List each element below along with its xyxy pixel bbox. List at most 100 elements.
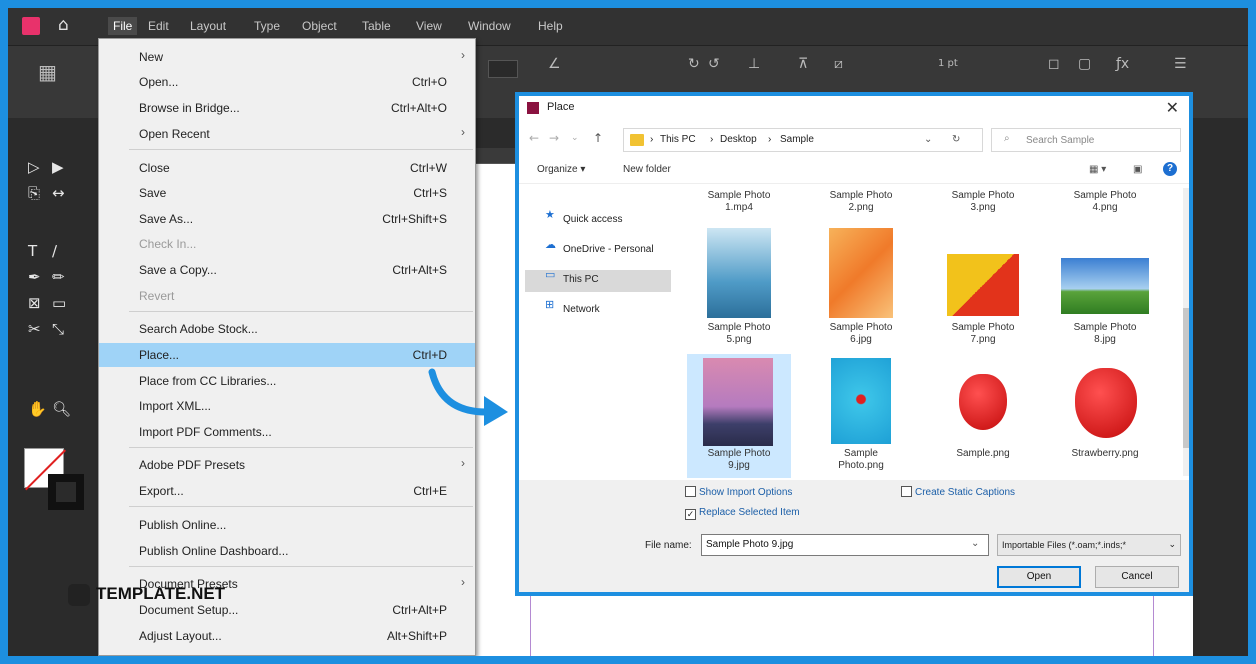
stroke-swatch-icon[interactable]: ⧄ xyxy=(834,56,843,72)
menu-help[interactable]: Help xyxy=(538,19,563,33)
flip-icon[interactable]: ⊥ xyxy=(748,56,760,72)
menu-item-new[interactable]: New › xyxy=(99,45,475,69)
menu-item-search-adobe-stock[interactable]: Search Adobe Stock... xyxy=(99,317,475,341)
menu-table[interactable]: Table xyxy=(362,19,391,33)
close-icon[interactable]: ✕ xyxy=(1166,98,1179,117)
menu-item-export[interactable]: Export... Ctrl+E xyxy=(99,479,475,503)
menu-item-adjust-layout[interactable]: Adjust Layout... Alt+Shift+P xyxy=(99,624,475,648)
help-icon[interactable]: ? xyxy=(1163,162,1177,176)
menu-item-adobe-pdf-presets[interactable]: Adobe PDF Presets › xyxy=(99,453,475,477)
angle-icon[interactable]: ∠ xyxy=(548,56,561,72)
file-item[interactable]: Sample Photo 7.png xyxy=(931,228,1035,352)
scissors-tool-icon[interactable]: ✂ xyxy=(28,320,41,338)
line-tool-icon[interactable]: ∕ xyxy=(52,242,57,260)
file-item[interactable]: Sample Photo 8.jpg xyxy=(1053,228,1157,352)
home-icon[interactable]: ⌂ xyxy=(58,15,69,35)
menu-item-save[interactable]: Save Ctrl+S xyxy=(99,181,475,205)
menu-item-save-as[interactable]: Save As... Ctrl+Shift+S xyxy=(99,207,475,231)
menu-window[interactable]: Window xyxy=(468,19,511,33)
menu-edit[interactable]: Edit xyxy=(148,19,169,33)
recent-locations-icon[interactable]: ⌄ xyxy=(571,133,579,143)
menu-item-place-from-cc-libraries[interactable]: Place from CC Libraries... xyxy=(99,369,475,393)
breadcrumb-sample[interactable]: Sample xyxy=(780,134,814,145)
menu-item-publish-online-dashboard[interactable]: Publish Online Dashboard... xyxy=(99,539,475,563)
menu-item-publish-online[interactable]: Publish Online... xyxy=(99,513,475,537)
file-item[interactable]: Sample.png xyxy=(931,354,1035,478)
menu-item-import-pdf-comments[interactable]: Import PDF Comments... xyxy=(99,420,475,444)
file-menu: New › Open... Ctrl+O Browse in Bridge... Ct… xyxy=(98,38,476,656)
replace-selected-item-checkbox[interactable]: ✓ Replace Selected Item xyxy=(685,507,800,520)
zoom-tool-icon[interactable]: 🔍︎ xyxy=(52,400,71,418)
preview-pane-icon[interactable]: ▣ xyxy=(1133,164,1142,175)
cancel-button[interactable]: Cancel xyxy=(1095,566,1179,588)
view-options-icon[interactable]: ▦ ▾ xyxy=(1089,164,1106,175)
nav-network[interactable]: ⊞ Network xyxy=(525,299,671,322)
organize-button[interactable]: Organize ▾ xyxy=(537,164,585,175)
nav-onedrive[interactable]: ☁ OneDrive - Personal xyxy=(525,239,671,262)
new-folder-button[interactable]: New folder xyxy=(623,164,671,175)
menu-item-browse-in-bridge[interactable]: Browse in Bridge... Ctrl+Alt+O xyxy=(99,96,475,120)
file-caption-3[interactable]: Sample Photo 3.png xyxy=(931,190,1035,214)
effects-icon[interactable]: ƒx xyxy=(1116,56,1129,72)
file-item[interactable]: Sample Photo 5.png xyxy=(687,228,791,352)
menu-type[interactable]: Type xyxy=(254,19,280,33)
rectangle-frame-tool-icon[interactable]: ⊠ xyxy=(28,294,41,312)
menu-file[interactable]: File xyxy=(108,17,138,35)
select-content-icon[interactable]: ⊼ xyxy=(798,56,808,72)
menu-item-close[interactable]: Close Ctrl+W xyxy=(99,156,475,180)
free-transform-tool-icon[interactable]: ⤡ xyxy=(52,320,64,338)
stroke-weight-field[interactable]: 1 pt xyxy=(938,58,958,69)
rotate-ccw-icon[interactable]: ↺ xyxy=(708,56,720,72)
search-box[interactable]: ⌕ Search Sample xyxy=(991,128,1181,152)
menu-item-import-xml[interactable]: Import XML... xyxy=(99,394,475,418)
control-field[interactable] xyxy=(488,60,518,78)
file-type-select[interactable]: Importable Files (*.oam;*.inds;* ⌄ xyxy=(997,534,1181,556)
path-breadcrumb[interactable]: › This PC › Desktop › Sample ⌄ ↻ xyxy=(623,128,983,152)
gap-tool-icon[interactable]: ↔ xyxy=(52,184,65,202)
rotate-cw-icon[interactable]: ↻ xyxy=(688,56,700,72)
file-item[interactable]: Sample Photo.png xyxy=(809,354,913,478)
show-import-options-checkbox[interactable]: Show Import Options xyxy=(685,486,792,498)
menu-object[interactable]: Object xyxy=(302,19,337,33)
reference-point-icon[interactable]: ▦ xyxy=(38,60,57,84)
nav-this-pc[interactable]: ▭ This PC xyxy=(525,269,671,292)
rectangle-tool-icon[interactable]: ▭ xyxy=(52,294,66,312)
menu-layout[interactable]: Layout xyxy=(190,19,226,33)
breadcrumb-this-pc[interactable]: This PC xyxy=(660,134,696,145)
selection-tool-icon[interactable]: ▶ xyxy=(52,158,64,176)
thumbnail-lake-tree xyxy=(707,228,771,318)
menu-view[interactable]: View xyxy=(416,19,442,33)
align-icon[interactable]: ☰ xyxy=(1174,56,1187,72)
forward-icon[interactable]: → xyxy=(549,131,559,145)
back-icon[interactable]: ← xyxy=(529,131,539,145)
frame-icon[interactable]: ◻ xyxy=(1048,56,1060,72)
stroke-swatch[interactable] xyxy=(48,474,84,510)
breadcrumb-desktop[interactable]: Desktop xyxy=(720,134,757,145)
pencil-tool-icon[interactable]: ✏ xyxy=(52,268,65,286)
file-scrollbar[interactable] xyxy=(1183,188,1189,476)
menu-item-place[interactable]: Place... Ctrl+D xyxy=(99,343,475,367)
up-icon[interactable]: ↑ xyxy=(593,131,603,145)
file-name-input[interactable]: Sample Photo 9.jpg xyxy=(701,534,989,556)
page-tool-icon[interactable]: ⎘ xyxy=(28,184,40,202)
direct-selection-tool-icon[interactable]: ▷ xyxy=(28,158,40,176)
file-item[interactable]: Strawberry.png xyxy=(1053,354,1157,478)
file-item-selected[interactable]: Sample Photo 9.jpg xyxy=(687,354,791,478)
create-static-captions-checkbox[interactable]: Create Static Captions xyxy=(901,486,1015,498)
file-caption-2[interactable]: Sample Photo 2.png xyxy=(809,190,913,214)
menu-item-save-a-copy[interactable]: Save a Copy... Ctrl+Alt+S xyxy=(99,258,475,282)
nav-quick-access[interactable]: ★ Quick access xyxy=(525,209,671,232)
file-item[interactable]: Sample Photo 6.jpg xyxy=(809,228,913,352)
frame-fill-icon[interactable]: ▢ xyxy=(1078,56,1091,72)
menu-item-open-recent[interactable]: Open Recent › xyxy=(99,122,475,146)
file-caption-4[interactable]: Sample Photo 4.png xyxy=(1053,190,1157,214)
type-tool-icon[interactable]: T xyxy=(28,242,37,260)
file-name-dropdown-icon[interactable]: ⌄ xyxy=(971,538,979,549)
menu-item-open[interactable]: Open... Ctrl+O xyxy=(99,70,475,94)
refresh-icon[interactable]: ↻ xyxy=(952,134,960,145)
path-dropdown-icon[interactable]: ⌄ xyxy=(924,134,932,145)
pen-tool-icon[interactable]: ✒ xyxy=(28,268,41,286)
open-button[interactable]: Open xyxy=(997,566,1081,588)
hand-tool-icon[interactable]: ✋ xyxy=(28,400,47,418)
file-caption-1[interactable]: Sample Photo 1.mp4 xyxy=(687,190,791,214)
